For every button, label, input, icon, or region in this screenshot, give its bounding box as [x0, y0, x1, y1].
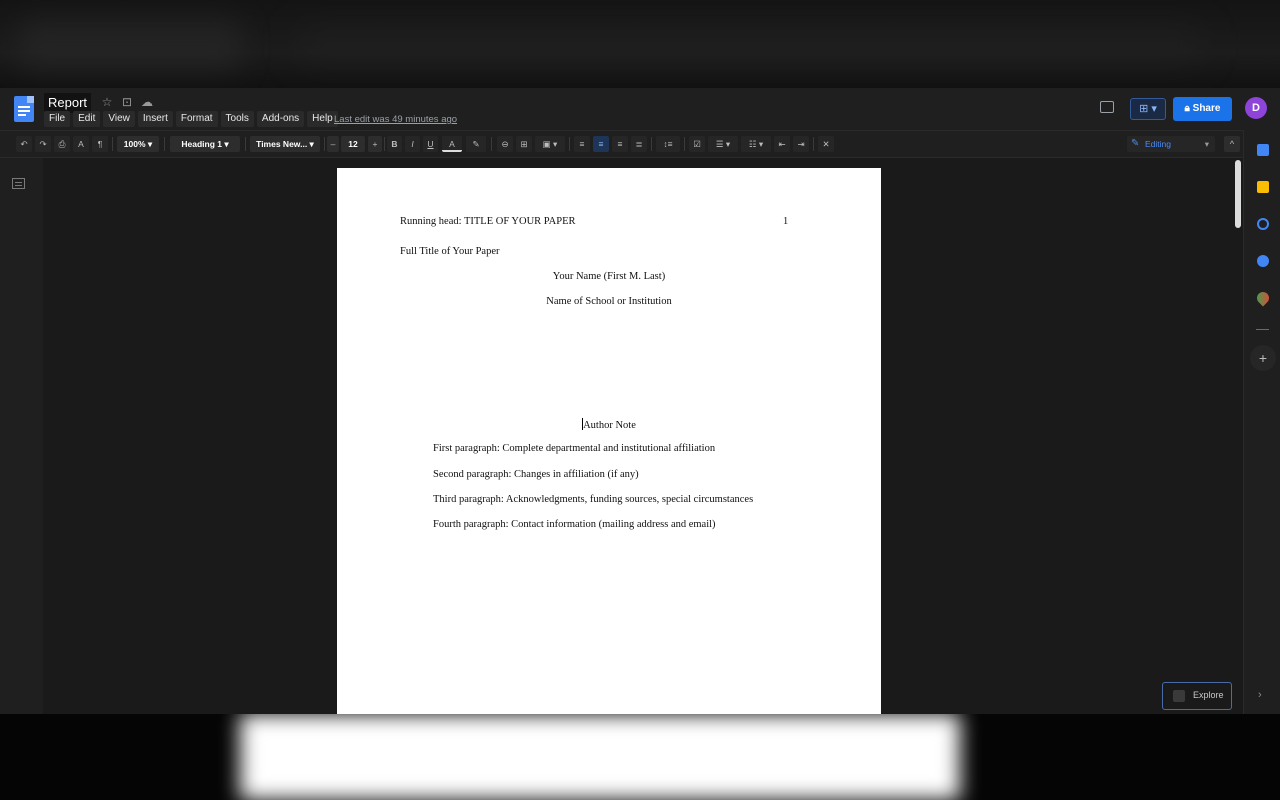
explore-icon [1173, 690, 1185, 702]
chevron-down-icon: ▾ [1204, 139, 1209, 149]
bulleted-list-icon[interactable]: ☰ ▾ [708, 136, 738, 152]
align-left-icon[interactable]: ≡ [574, 136, 590, 152]
text-color-button[interactable]: A [442, 136, 462, 152]
increase-indent-icon[interactable]: ⇥ [793, 136, 809, 152]
tasks-icon[interactable] [1257, 218, 1269, 230]
style-select[interactable]: Heading 1 ▾ [170, 136, 240, 152]
document-title[interactable]: Report [44, 93, 92, 113]
increase-font-size-button[interactable]: + [368, 136, 382, 152]
zoom-select[interactable]: 100% ▾ [117, 136, 159, 152]
vertical-scrollbar[interactable] [1235, 160, 1241, 228]
present-icon: ⊞ ▾ [1139, 103, 1157, 115]
menu-edit[interactable]: Edit [73, 111, 101, 127]
line-spacing-icon[interactable]: ↕≡ [656, 136, 680, 152]
calendar-icon[interactable] [1257, 144, 1269, 156]
running-head: Running head: TITLE OF YOUR PAPER [400, 216, 576, 227]
maps-icon[interactable] [1254, 289, 1272, 307]
keep-icon[interactable] [1257, 181, 1269, 193]
cloud-status-icon[interactable]: ☁ [140, 95, 154, 109]
paragraph-3: Third paragraph: Acknowledgments, fundin… [433, 494, 754, 505]
menu-bar: File Edit View Insert Format Tools Add-o… [44, 111, 338, 127]
paragraph-1: First paragraph: Complete departmental a… [433, 443, 716, 454]
share-label: Share [1192, 103, 1221, 114]
decrease-indent-icon[interactable]: ⇤ [774, 136, 790, 152]
docs-app-window: Report ☆ ⊡ ☁ File Edit View Insert Forma… [0, 88, 1280, 714]
docs-logo-icon[interactable] [14, 96, 34, 122]
paragraph-4: Fourth paragraph: Contact information (m… [433, 519, 716, 530]
redo-icon[interactable]: ↷ [35, 136, 51, 152]
editing-mode-select[interactable]: ✎ Editing ▾ [1127, 136, 1215, 152]
lock-icon: 🔒︎ [1184, 103, 1193, 114]
author-note-heading: Author Note [582, 418, 636, 431]
document-outline-icon[interactable] [12, 178, 25, 189]
menu-format[interactable]: Format [175, 111, 218, 127]
share-button[interactable]: 🔒︎ Share [1173, 97, 1232, 121]
highlight-icon[interactable]: ✎ [466, 136, 486, 152]
formatting-toolbar: ↶ ↷ ⎙ A ¶ 100% ▾ Heading 1 ▾ Times New..… [0, 130, 1243, 158]
spellcheck-icon[interactable]: A [73, 136, 89, 152]
decrease-font-size-button[interactable]: – [327, 136, 339, 152]
justify-icon[interactable]: ≣ [631, 136, 647, 152]
menu-tools[interactable]: Tools [220, 111, 254, 127]
full-title: Full Title of Your Paper [400, 246, 500, 257]
contacts-icon[interactable] [1257, 255, 1269, 267]
font-size-input[interactable]: 12 [341, 136, 365, 152]
paint-format-icon[interactable]: ¶ [92, 136, 108, 152]
pencil-icon: ✎ [1131, 138, 1140, 149]
chevron-right-icon[interactable]: › [1258, 689, 1268, 701]
star-icon[interactable]: ☆ [100, 95, 114, 109]
outline-rail [0, 158, 43, 714]
title-bar: Report ☆ ⊡ ☁ File Edit View Insert Forma… [0, 88, 1280, 130]
document-canvas[interactable]: Running head: TITLE OF YOUR PAPER 1 Full… [0, 158, 1243, 714]
move-folder-icon[interactable]: ⊡ [120, 95, 134, 109]
blurred-background-top [0, 0, 1280, 88]
add-comment-icon[interactable]: ⊞ [516, 136, 532, 152]
explore-button[interactable]: Explore [1162, 682, 1232, 710]
print-icon[interactable]: ⎙ [54, 136, 70, 152]
numbered-list-icon[interactable]: ☷ ▾ [741, 136, 771, 152]
get-addons-button[interactable]: + [1250, 345, 1276, 371]
menu-file[interactable]: File [44, 111, 71, 127]
align-right-icon[interactable]: ≡ [612, 136, 628, 152]
collapse-menus-button[interactable]: ^ [1224, 136, 1240, 152]
page-number: 1 [783, 216, 789, 227]
document-page[interactable]: Running head: TITLE OF YOUR PAPER 1 Full… [337, 168, 881, 714]
paragraph-2: Second paragraph: Changes in affiliation… [433, 469, 639, 480]
menu-view[interactable]: View [103, 111, 135, 127]
comment-history-icon[interactable] [1100, 101, 1114, 113]
insert-image-icon[interactable]: ▣ ▾ [535, 136, 565, 152]
underline-button[interactable]: U [423, 136, 438, 152]
undo-icon[interactable]: ↶ [16, 136, 32, 152]
present-button[interactable]: ⊞ ▾ [1130, 98, 1166, 120]
author-name: Your Name (First M. Last) [552, 271, 666, 282]
font-select[interactable]: Times New... ▾ [250, 136, 320, 152]
bold-button[interactable]: B [387, 136, 402, 152]
clear-formatting-icon[interactable]: ✕ [818, 136, 834, 152]
italic-button[interactable]: I [405, 136, 420, 152]
last-edit-link[interactable]: Last edit was 49 minutes ago [334, 114, 457, 125]
menu-addons[interactable]: Add-ons [256, 111, 305, 127]
menu-insert[interactable]: Insert [137, 111, 173, 127]
blurred-background-bottom [0, 714, 1280, 800]
insert-link-icon[interactable]: ⊖ [497, 136, 513, 152]
avatar[interactable]: D [1245, 97, 1267, 119]
checklist-icon[interactable]: ☑ [689, 136, 705, 152]
institution-name: Name of School or Institution [546, 296, 672, 307]
side-panel-rail: + › [1243, 130, 1280, 714]
align-center-icon[interactable]: ≡ [593, 136, 609, 152]
